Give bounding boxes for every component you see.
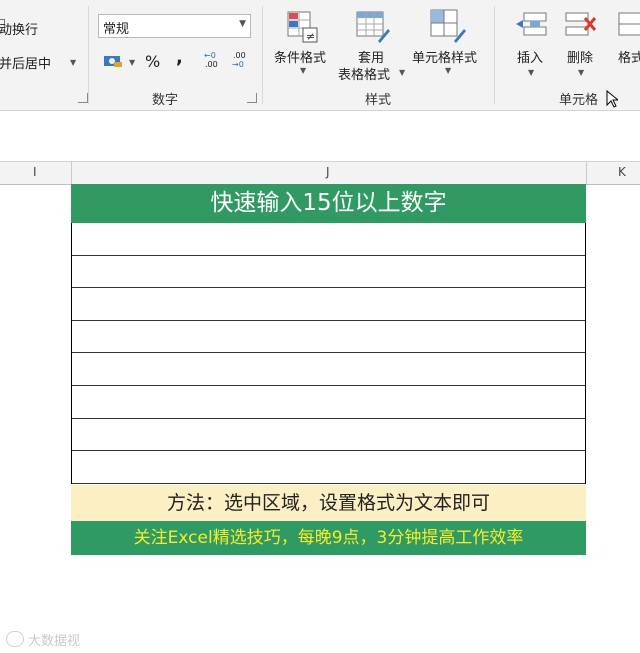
cell-styles-icon[interactable] bbox=[430, 9, 466, 43]
table-row[interactable] bbox=[72, 288, 585, 321]
merge-center-dropdown-icon[interactable]: ▼ bbox=[70, 58, 76, 67]
column-divider[interactable] bbox=[71, 162, 72, 184]
table-row[interactable] bbox=[72, 419, 585, 452]
table-row[interactable] bbox=[72, 223, 585, 256]
divider bbox=[494, 6, 495, 104]
method-note-cell[interactable]: 方法：选中区域，设置格式为文本即可 bbox=[71, 485, 586, 521]
format-button[interactable]: 格式 bbox=[618, 47, 640, 66]
watermark: 大数据视 bbox=[28, 634, 81, 649]
table-row[interactable] bbox=[72, 386, 585, 419]
delete-cells-icon[interactable] bbox=[565, 10, 599, 40]
sheet-title-cell[interactable]: 快速输入15位以上数字 bbox=[71, 184, 586, 223]
alignment-launcher-icon[interactable] bbox=[78, 93, 88, 103]
decrease-decimal-bottom[interactable]: →0 bbox=[232, 60, 244, 69]
cell-styles-button[interactable]: 单元格样式 bbox=[412, 47, 477, 66]
svg-text:≠: ≠ bbox=[306, 30, 315, 43]
wrap-text-button[interactable]: 自动换行 bbox=[0, 19, 38, 38]
decrease-decimal-top[interactable]: .00 bbox=[233, 51, 246, 60]
number-format-value: 常规 bbox=[103, 22, 130, 37]
table-row[interactable] bbox=[72, 353, 585, 386]
insert-button[interactable]: 插入 bbox=[517, 47, 543, 66]
cell-styles-dropdown-icon[interactable]: ▼ bbox=[445, 66, 451, 75]
merge-center-button[interactable]: 合并后居中 bbox=[0, 53, 51, 72]
number-group-label: 数字 bbox=[152, 93, 179, 108]
number-launcher-icon[interactable] bbox=[247, 93, 257, 103]
ribbon: 自动换行 合并后居中 ▼ 常规 ▼ ▼ % , ←0 .00 .00 →0 数字… bbox=[0, 0, 640, 111]
delete-dropdown-icon[interactable]: ▼ bbox=[578, 68, 584, 77]
number-format-select[interactable]: 常规 ▼ bbox=[98, 14, 251, 38]
column-divider[interactable] bbox=[586, 162, 587, 184]
increase-decimal-top[interactable]: ←0 bbox=[204, 51, 216, 60]
increase-decimal-bottom[interactable]: .00 bbox=[205, 60, 218, 69]
data-table bbox=[71, 223, 586, 484]
format-as-table-line2[interactable]: 表格格式 bbox=[338, 64, 390, 83]
table-row[interactable] bbox=[72, 256, 585, 289]
table-row[interactable] bbox=[72, 451, 585, 484]
currency-dropdown-icon[interactable]: ▼ bbox=[129, 58, 135, 67]
format-as-table-dropdown-icon[interactable]: ▼ bbox=[399, 68, 405, 77]
delete-button[interactable]: 删除 bbox=[567, 47, 593, 66]
comma-style-button[interactable]: , bbox=[176, 47, 183, 68]
conditional-format-button[interactable]: 条件格式 bbox=[274, 47, 326, 66]
watermark-logo-icon bbox=[6, 631, 24, 647]
mouse-cursor-icon bbox=[606, 90, 618, 108]
percent-style-button[interactable]: % bbox=[145, 52, 160, 71]
insert-cells-icon[interactable] bbox=[514, 10, 548, 40]
conditional-format-dropdown-icon[interactable]: ▼ bbox=[300, 66, 306, 75]
formula-area bbox=[0, 111, 640, 161]
cells-group-label: 单元格 bbox=[559, 93, 599, 108]
insert-dropdown-icon[interactable]: ▼ bbox=[528, 68, 534, 77]
divider bbox=[88, 6, 89, 104]
format-as-table-icon[interactable] bbox=[356, 11, 390, 43]
chevron-down-icon: ▼ bbox=[239, 19, 246, 29]
promo-banner-cell[interactable]: 关注Excel精选技巧，每晚9点，3分钟提高工作效率 bbox=[71, 521, 586, 555]
currency-format-icon[interactable] bbox=[103, 53, 123, 67]
column-header-j[interactable]: J bbox=[326, 165, 330, 179]
column-header-bar: I J K bbox=[0, 161, 640, 185]
divider bbox=[262, 6, 263, 104]
column-header-k[interactable]: K bbox=[618, 165, 626, 179]
conditional-format-icon[interactable]: ≠ bbox=[287, 11, 319, 43]
table-row[interactable] bbox=[72, 321, 585, 354]
styles-group-label: 样式 bbox=[365, 93, 392, 108]
format-cells-icon[interactable] bbox=[618, 10, 640, 40]
column-header-i[interactable]: I bbox=[33, 165, 37, 179]
